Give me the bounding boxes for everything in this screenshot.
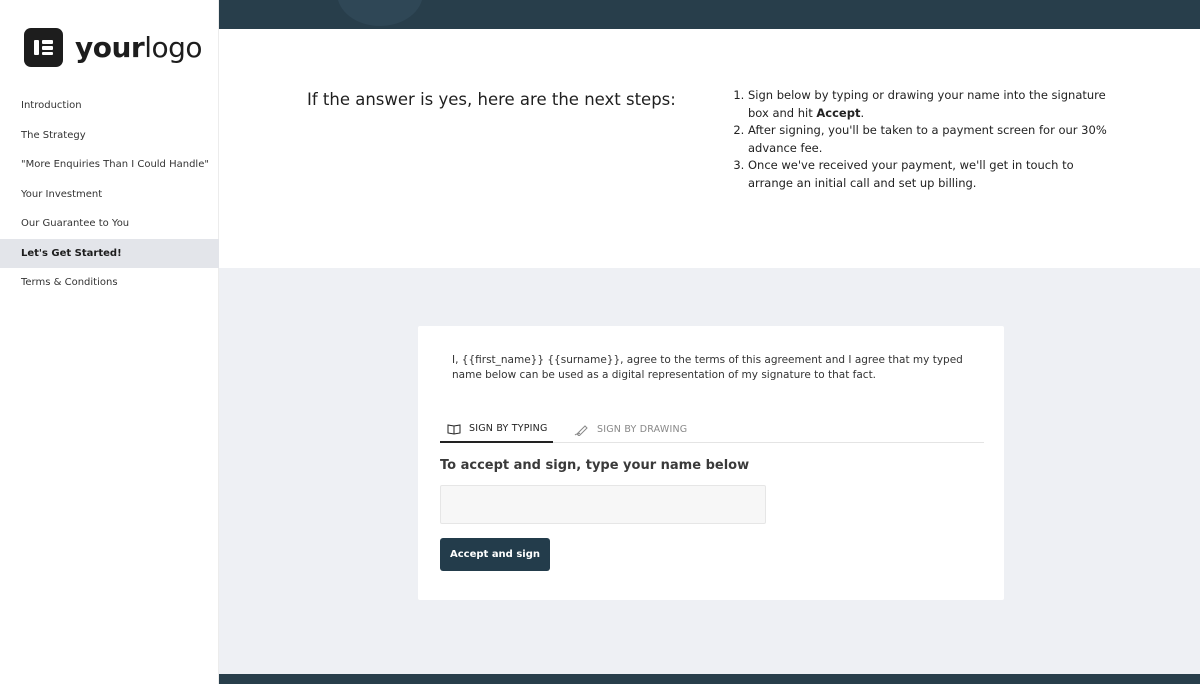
keyboard-book-icon [447,423,461,435]
next-steps-section: If the answer is yes, here are the next … [219,29,1200,268]
sidebar-nav: Introduction The Strategy "More Enquirie… [0,91,219,298]
tab-label: SIGN BY DRAWING [597,424,688,435]
sidebar-item-guarantee[interactable]: Our Guarantee to You [0,209,219,239]
sidebar-item-introduction[interactable]: Introduction [0,91,219,121]
next-steps-headline: If the answer is yes, here are the next … [307,90,676,109]
sidebar-item-testimonial[interactable]: "More Enquiries Than I Could Handle" [0,150,219,180]
sidebar-item-investment[interactable]: Your Investment [0,180,219,210]
name-input[interactable] [440,485,766,524]
step-item: Once we've received your payment, we'll … [748,157,1120,192]
sign-instruction: To accept and sign, type your name below [440,458,750,473]
banner-decoration [337,0,423,26]
signature-section: I, {{first_name}} {{surname}}, agree to … [219,268,1200,674]
sidebar-item-get-started[interactable]: Let's Get Started! [0,238,219,268]
accept-and-sign-button[interactable]: Accept and sign [440,538,550,571]
tab-label: SIGN BY TYPING [469,423,548,434]
step-item: Sign below by typing or drawing your nam… [748,87,1120,122]
signature-tabs: SIGN BY TYPING SIGN BY DRAWING [440,416,984,443]
logo[interactable]: yourlogo [24,28,203,67]
tab-sign-by-typing[interactable]: SIGN BY TYPING [440,416,553,443]
top-banner [219,0,1200,29]
tab-sign-by-drawing[interactable]: SIGN BY DRAWING [574,416,687,443]
sidebar-item-terms[interactable]: Terms & Conditions [0,268,219,298]
pen-icon [574,424,588,436]
logo-icon [24,28,63,67]
logo-text: yourlogo [75,31,203,64]
footer-bar [219,674,1200,684]
sidebar-item-strategy[interactable]: The Strategy [0,121,219,151]
next-steps-list: Sign below by typing or drawing your nam… [730,87,1120,192]
signature-card: I, {{first_name}} {{surname}}, agree to … [418,326,1004,600]
sidebar: yourlogo Introduction The Strategy "More… [0,0,219,684]
agreement-text: I, {{first_name}} {{surname}}, agree to … [452,354,963,381]
step-item: After signing, you'll be taken to a paym… [748,122,1120,157]
